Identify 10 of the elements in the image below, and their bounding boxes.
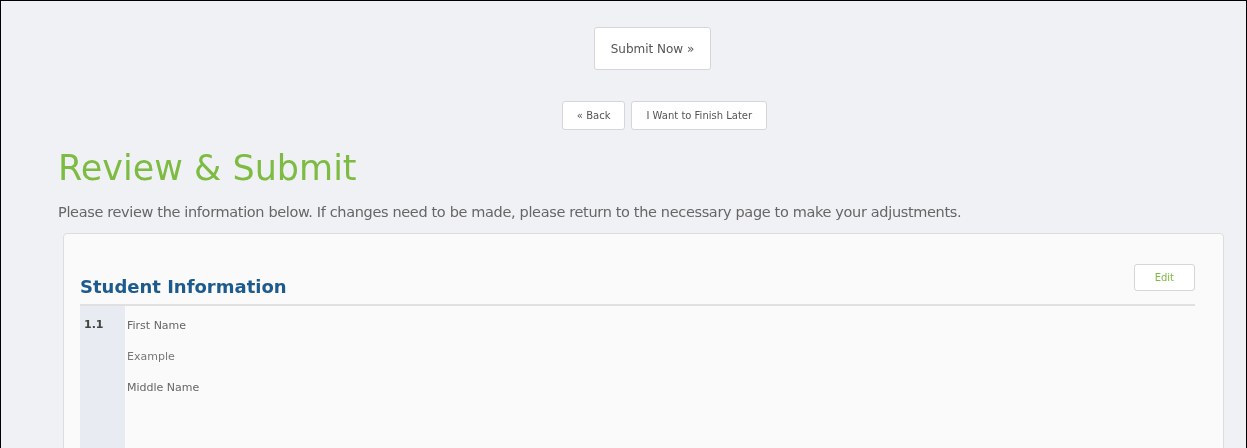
finish-later-button[interactable]: I Want to Finish Later: [631, 101, 768, 130]
field-label: First Name: [127, 318, 187, 333]
back-button[interactable]: « Back: [561, 101, 626, 130]
page-title: Review & Submit: [58, 147, 358, 190]
field-answer: Example: [127, 349, 175, 364]
intro-text: Please review the information below. If changes need to be made, please return to the necessary page to make your adjustments.: [58, 204, 963, 220]
question-number: 1.1: [80, 306, 125, 448]
submit-button[interactable]: Submit Now »: [593, 27, 712, 70]
field-label: Middle Name: [127, 380, 200, 395]
section-title: Student Information: [80, 276, 287, 298]
